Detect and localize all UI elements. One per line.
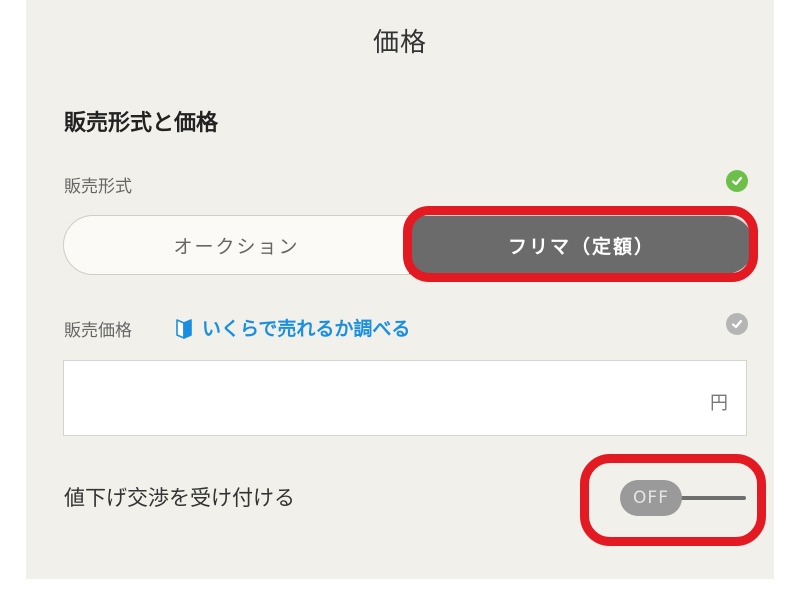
check-incomplete-icon [726, 313, 748, 335]
price-guide-link[interactable]: いくらで売れるか調べる [176, 314, 410, 341]
price-panel: 価格 販売形式と価格 販売形式 オークション フリマ（定額） 販売価格 いくらで… [26, 0, 774, 579]
page-title: 価格 [372, 28, 427, 58]
sale-price-label: 販売価格 [64, 321, 132, 341]
sale-price-input[interactable] [76, 371, 700, 429]
sale-format-label: 販売形式 [64, 177, 132, 197]
check-complete-icon [726, 170, 748, 192]
beginner-mark-icon [176, 317, 192, 339]
auction-option[interactable]: オークション [64, 216, 409, 274]
currency-unit: 円 [710, 393, 728, 414]
section-heading: 販売形式と価格 [64, 111, 219, 136]
sale-price-field: 円 [63, 360, 747, 436]
sale-format-selector: オークション フリマ（定額） [63, 215, 755, 275]
flea-market-option[interactable]: フリマ（定額） [409, 216, 754, 274]
negotiation-toggle[interactable]: OFF [620, 478, 746, 520]
negotiation-label: 値下げ交渉を受け付ける [64, 486, 295, 510]
price-guide-text: いくらで売れるか調べる [202, 318, 411, 340]
toggle-knob: OFF [620, 480, 682, 516]
